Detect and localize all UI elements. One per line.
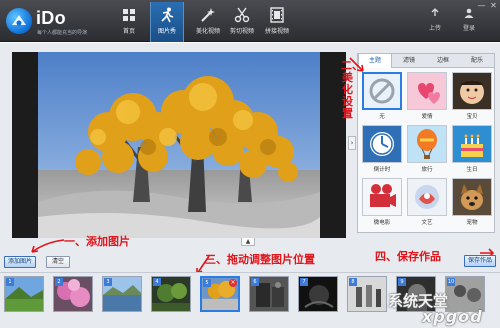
upload-label: 上传: [428, 25, 441, 32]
theme-item-love[interactable]: 爱情: [407, 72, 447, 122]
love-theme-icon: [407, 72, 447, 110]
theme-label: 爱情: [421, 114, 433, 120]
theme-item-birthday[interactable]: 生日: [452, 125, 492, 175]
pet-theme-icon: [452, 178, 492, 216]
countdown-theme-icon: [362, 125, 402, 163]
theme-label: 倒计时: [373, 167, 391, 173]
collapse-arrow-icon[interactable]: ▲: [241, 238, 255, 246]
clear-button[interactable]: 清空: [46, 256, 70, 268]
tab-filter[interactable]: 滤镜: [392, 54, 426, 68]
film-camera-theme-icon: [362, 178, 402, 216]
nav-item-cut-video[interactable]: 剪切视频: [225, 2, 259, 42]
effects-panel: 主题 滤镜 边框 配乐 无 爱情 宝贝 倒计时 旅行 生日 微电影 文艺 宠物: [357, 53, 495, 233]
watermark-line2: xpgod: [422, 307, 483, 326]
nav-item-join-video[interactable]: 拼接视频: [260, 2, 294, 42]
tab-music[interactable]: 配乐: [460, 54, 494, 68]
nav-label: 首页: [122, 28, 135, 35]
thumbnail-number: 6: [251, 278, 259, 286]
annotation-add-image: 一、添加图片: [64, 235, 130, 248]
thumbnail-item[interactable]: 2: [53, 276, 93, 312]
theme-item-art[interactable]: 文艺: [407, 178, 447, 228]
arrow-icon: [349, 57, 364, 72]
theme-label: 旅行: [421, 167, 433, 173]
theme-item-travel[interactable]: 旅行: [407, 125, 447, 175]
magic-wand-icon: [201, 8, 215, 22]
no-effect-icon: [362, 72, 402, 110]
app-name: iDo: [36, 8, 66, 28]
arrow-icon: [31, 239, 65, 253]
theme-label: 文艺: [421, 220, 433, 226]
film-strip-icon: [270, 7, 284, 23]
run-figure-icon: [161, 7, 174, 23]
thumbnail-number: 1: [6, 278, 14, 286]
effects-tabs: 主题 滤镜 边框 配乐: [358, 54, 494, 68]
art-theme-icon: [407, 178, 447, 216]
theme-item-micro-film[interactable]: 微电影: [362, 178, 402, 228]
panel-toggle-icon[interactable]: ›: [348, 136, 356, 150]
baby-theme-icon: [452, 72, 492, 110]
thumbnail-number: 10: [447, 278, 455, 286]
theme-label: 宠物: [466, 220, 478, 226]
thumbnail-number: 2: [55, 278, 63, 286]
nav-label: 图片秀: [157, 28, 176, 35]
theme-label: 宝贝: [466, 114, 478, 120]
thumbnail-item-selected[interactable]: 5 ×: [200, 276, 240, 312]
thumbnail-item[interactable]: 3: [102, 276, 142, 312]
upload-icon: [431, 8, 439, 16]
thumbnail-item[interactable]: 8: [347, 276, 387, 312]
annotation-save-work: 四、保存作品: [375, 250, 441, 263]
upload-button[interactable]: 上传: [424, 8, 446, 32]
thumbnail-number: 5: [203, 279, 211, 287]
thumbnail-item[interactable]: 4: [151, 276, 191, 312]
nav-label: 剪切视频: [229, 28, 254, 35]
tab-border[interactable]: 边框: [426, 54, 460, 68]
image-preview: [12, 52, 346, 238]
scissors-icon: [234, 7, 250, 23]
remove-thumbnail-icon[interactable]: ×: [229, 279, 237, 287]
preview-photo: [38, 52, 320, 238]
nav-item-photo-show[interactable]: 图片秀: [150, 2, 184, 42]
app-tagline: 每个人都能充当的导演: [37, 30, 88, 36]
theme-label: 生日: [466, 167, 478, 173]
thumbnail-number: 9: [398, 278, 406, 286]
add-image-button[interactable]: 添加图片: [4, 256, 36, 268]
minimize-button[interactable]: —: [477, 2, 486, 10]
theme-item-baby[interactable]: 宝贝: [452, 72, 492, 122]
nav-label: 美化视频: [195, 28, 220, 35]
nav-label: 拼接视频: [264, 28, 289, 35]
save-work-button[interactable]: 保存作品: [464, 255, 496, 267]
thumbnail-item[interactable]: 1: [4, 276, 44, 312]
thumbnail-number: 7: [300, 278, 308, 286]
nav-item-home[interactable]: 首页: [112, 2, 146, 42]
thumbnail-item[interactable]: 6: [249, 276, 289, 312]
login-label: 登录: [462, 25, 475, 32]
thumbnail-number: 8: [349, 278, 357, 286]
user-icon: [464, 8, 474, 18]
title-bar: iDo 每个人都能充当的导演 首页 图片秀 美化视频 剪切视频 拼接视频 上传 …: [0, 0, 500, 42]
theme-item-pet[interactable]: 宠物: [452, 178, 492, 228]
app-logo-icon: [6, 8, 32, 34]
close-button[interactable]: ✕: [489, 2, 498, 10]
birthday-theme-icon: [452, 125, 492, 163]
theme-label: 微电影: [373, 220, 391, 226]
home-icon: [123, 9, 135, 21]
nav-item-beautify-video[interactable]: 美化视频: [191, 2, 225, 42]
theme-item-none[interactable]: 无: [362, 72, 402, 122]
login-button[interactable]: 登录: [458, 8, 480, 32]
balloon-theme-icon: [407, 125, 447, 163]
watermark: 系统天堂 xpgod: [388, 290, 498, 326]
theme-label: 无: [379, 114, 385, 120]
annotation-drag-reorder: 三、拖动调整图片位置: [205, 253, 315, 266]
theme-item-countdown[interactable]: 倒计时: [362, 125, 402, 175]
thumbnail-number: 3: [104, 278, 112, 286]
thumbnail-number: 4: [153, 278, 161, 286]
thumbnail-item[interactable]: 7: [298, 276, 338, 312]
